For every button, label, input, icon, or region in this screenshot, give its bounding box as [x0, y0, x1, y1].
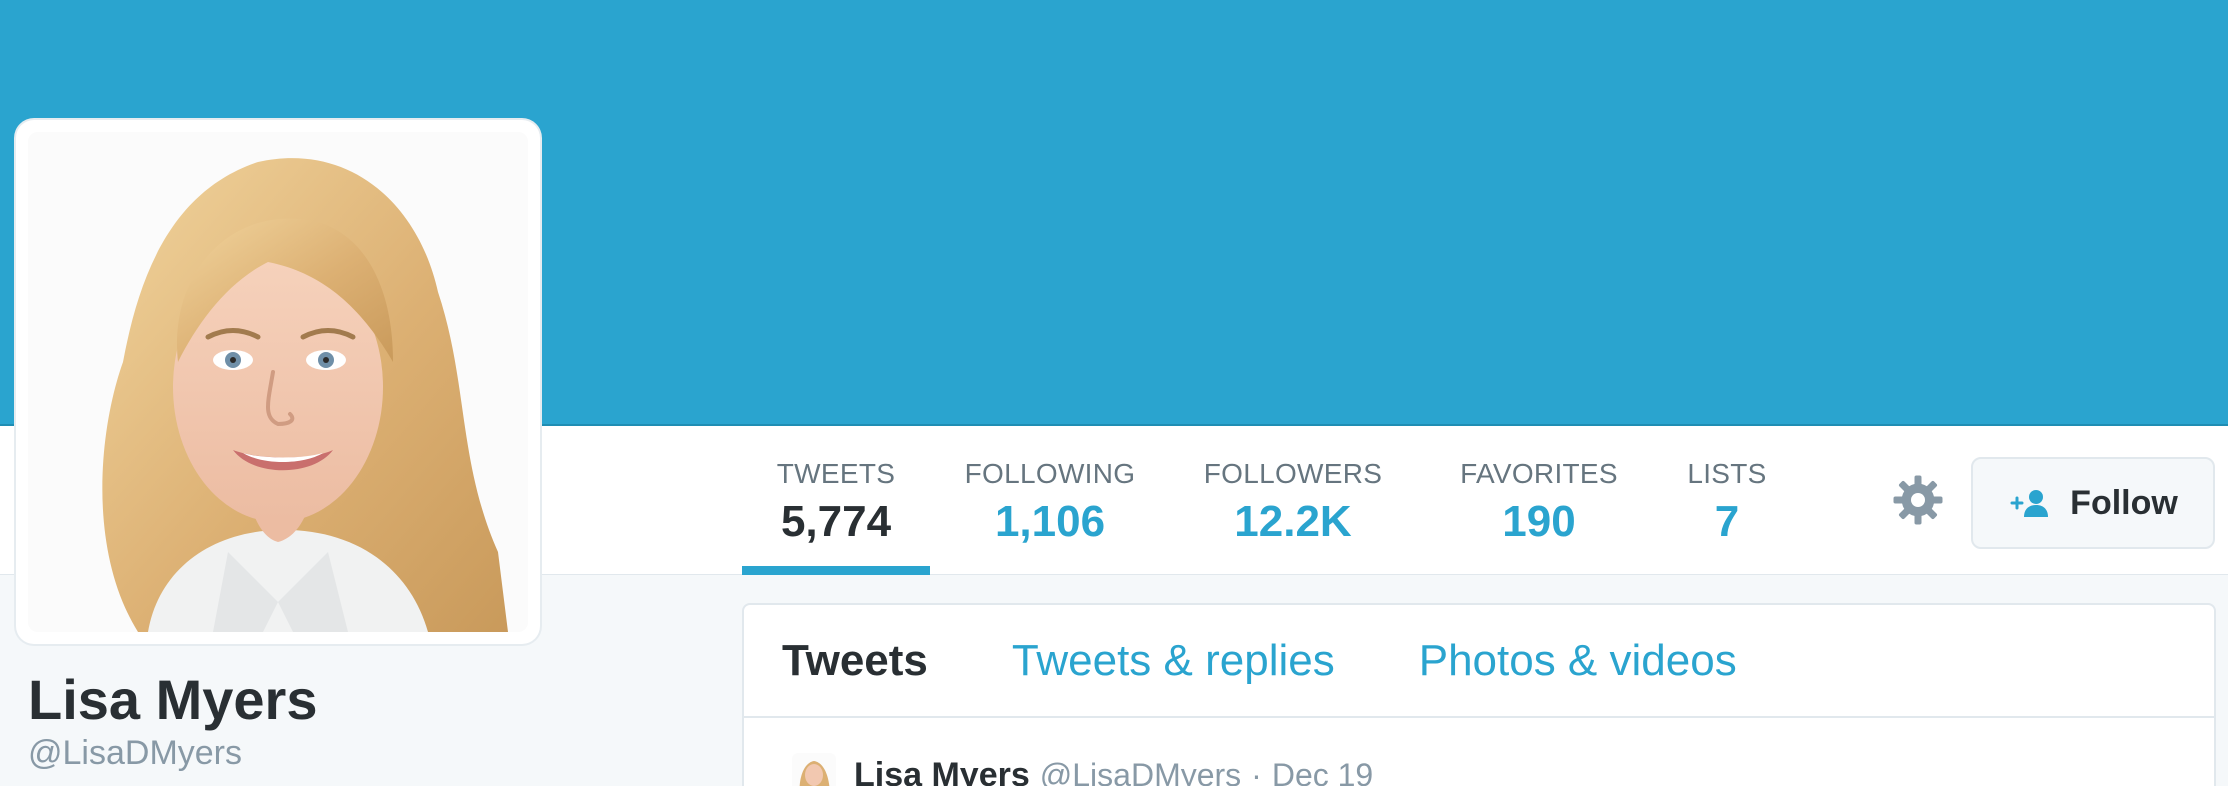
stat-followers-label: FOLLOWERS [1203, 458, 1383, 489]
stat-followers-value: 12.2K [1234, 497, 1352, 546]
stat-followers[interactable]: FOLLOWERS 12.2K [1170, 426, 1416, 575]
profile-handle[interactable]: @LisaDMyers [28, 736, 242, 770]
add-user-icon [2010, 490, 2049, 517]
stat-tweets-value: 5,774 [780, 497, 892, 546]
timeline-tabs: Tweets Tweets & replies Photos & videos [744, 605, 2214, 718]
follow-button[interactable]: Follow [1971, 457, 2215, 549]
tweet-header: Lisa Myers @LisaDMyers · Dec 19 [792, 753, 1373, 786]
active-tab-indicator [742, 566, 930, 575]
tab-photos-and-videos[interactable]: Photos & videos [1419, 638, 1737, 683]
stat-tweets-label: TWEETS [776, 458, 896, 489]
stat-following[interactable]: FOLLOWING 1,106 [930, 426, 1170, 575]
tweet-author-name[interactable]: Lisa Myers [854, 756, 1030, 786]
gear-icon[interactable] [1890, 472, 1946, 528]
tweet-avatar[interactable] [792, 753, 836, 786]
stat-lists-label: LISTS [1687, 458, 1767, 489]
stat-favorites[interactable]: FAVORITES 190 [1416, 426, 1662, 575]
profile-avatar[interactable] [16, 120, 540, 644]
follow-button-label: Follow [2070, 483, 2178, 522]
profile-name: Lisa Myers [28, 668, 318, 731]
stat-tweets[interactable]: TWEETS 5,774 [742, 426, 930, 575]
tab-tweets-and-replies[interactable]: Tweets & replies [1012, 638, 1335, 683]
profile-page: TWEETS 5,774 FOLLOWING 1,106 FOLLOWERS 1… [0, 0, 2228, 786]
profile-photo [28, 132, 528, 632]
tab-tweets[interactable]: Tweets [782, 638, 928, 683]
stat-favorites-label: FAVORITES [1460, 458, 1618, 489]
timeline-card: Tweets Tweets & replies Photos & videos … [742, 603, 2216, 786]
stat-lists[interactable]: LISTS 7 [1662, 426, 1792, 575]
tweet-separator: · [1251, 756, 1262, 786]
stat-favorites-value: 190 [1502, 497, 1576, 546]
profile-stats: TWEETS 5,774 FOLLOWING 1,106 FOLLOWERS 1… [742, 426, 1792, 575]
stat-following-label: FOLLOWING [964, 458, 1136, 489]
stat-lists-value: 7 [1714, 497, 1740, 546]
tweet-date[interactable]: Dec 19 [1272, 757, 1373, 786]
tweet-author-handle[interactable]: @LisaDMyers [1040, 757, 1241, 786]
stat-following-value: 1,106 [994, 497, 1106, 546]
